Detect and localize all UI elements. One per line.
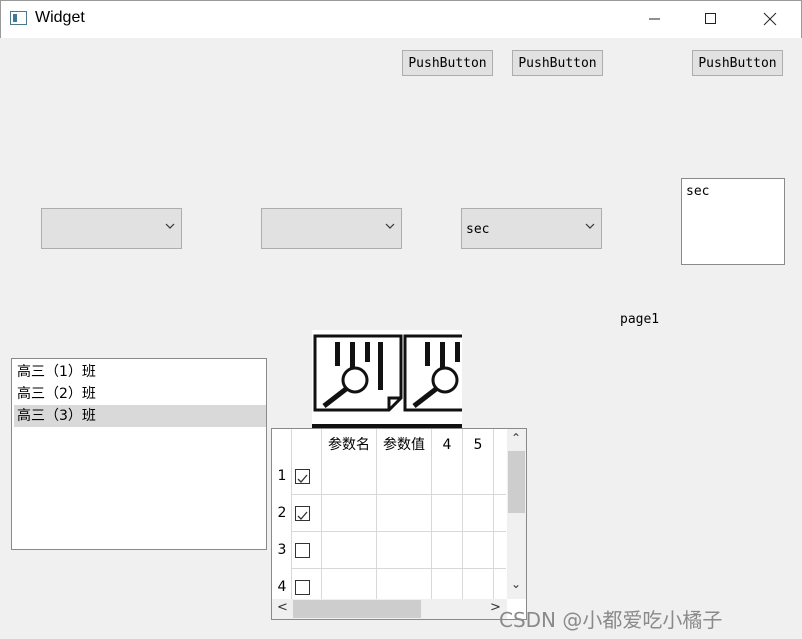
list-item[interactable]: 高三（2）班 — [14, 383, 266, 405]
combo-value: sec — [466, 222, 490, 237]
column-header[interactable]: 5 — [463, 430, 493, 460]
check-icon — [297, 511, 308, 520]
column-header[interactable]: 参数值 — [377, 430, 431, 460]
column-header[interactable]: 参数名 — [322, 430, 376, 460]
list-item-selected[interactable]: 高三（3）班 — [14, 405, 266, 427]
list-item[interactable]: 高三（1）班 — [14, 361, 266, 383]
scroll-down-icon[interactable]: ⌄ — [511, 577, 521, 591]
horizontal-scrollbar[interactable]: < > — [272, 599, 507, 619]
push-button-1[interactable]: PushButton — [402, 50, 493, 76]
row-header[interactable]: 4 — [273, 579, 291, 595]
watermark: CSDN @小都爱吃小橘子 — [499, 608, 723, 632]
check-icon — [297, 474, 308, 483]
scroll-up-icon[interactable]: ⌃ — [511, 431, 521, 445]
row-header[interactable]: 3 — [273, 542, 291, 558]
vertical-scroll-thumb[interactable] — [508, 451, 525, 513]
title-bar — [0, 0, 802, 38]
push-button-2[interactable]: PushButton — [512, 50, 603, 76]
combo-box-1[interactable] — [41, 208, 182, 249]
text-edit[interactable]: sec — [681, 178, 785, 265]
maximize-icon[interactable] — [688, 0, 734, 38]
scroll-left-icon[interactable]: < — [277, 600, 288, 615]
row-checkbox[interactable] — [295, 580, 310, 595]
class-list[interactable]: 高三（1）班 高三（2）班 高三（3）班 — [11, 358, 267, 550]
app-window-icon — [10, 11, 27, 25]
row-checkbox[interactable] — [295, 543, 310, 558]
page-label: page1 — [620, 312, 660, 327]
row-header[interactable]: 1 — [273, 468, 291, 484]
image-label — [312, 330, 462, 430]
close-icon[interactable] — [747, 0, 793, 38]
minimize-icon[interactable] — [632, 0, 678, 38]
combo-box-2[interactable] — [261, 208, 402, 249]
chevron-down-icon — [165, 223, 175, 229]
column-header[interactable]: 4 — [432, 430, 462, 460]
row-checkbox[interactable] — [295, 506, 310, 521]
combo-box-3[interactable]: sec — [461, 208, 602, 249]
chevron-down-icon — [385, 223, 395, 229]
horizontal-scroll-thumb[interactable] — [293, 600, 421, 618]
row-checkbox[interactable] — [295, 469, 310, 484]
document-search-icon — [313, 334, 403, 412]
push-button-3[interactable]: PushButton — [692, 50, 783, 76]
window-title: Widget — [35, 9, 85, 26]
vertical-scrollbar[interactable]: ⌃ ⌄ — [507, 429, 526, 599]
row-header[interactable]: 2 — [273, 505, 291, 521]
param-table[interactable]: 参数名 参数值 4 5 1 2 3 4 ⌃ ⌄ < > — [271, 428, 527, 620]
chevron-down-icon — [585, 223, 595, 229]
document-search-icon — [403, 334, 462, 412]
